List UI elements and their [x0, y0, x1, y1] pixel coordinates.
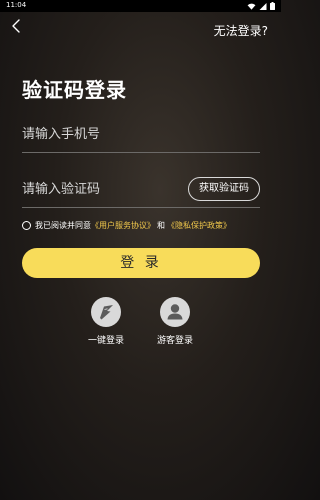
one-click-login-button[interactable]: 一键登录	[81, 297, 131, 346]
chevron-left-icon	[12, 19, 20, 33]
one-click-login-circle	[91, 297, 121, 327]
signal-icon	[259, 2, 267, 10]
agreement-conjunction: 和	[157, 220, 165, 230]
guest-login-circle	[160, 297, 190, 327]
agreement-prefix: 我已阅读并同意	[35, 220, 91, 230]
agreement-row: 我已阅读并同意 《用户服务协议》 和 《隐私保护政策》	[22, 218, 272, 232]
status-time: 11:04	[6, 1, 27, 9]
agreement-checkbox[interactable]	[22, 220, 31, 230]
user-icon	[167, 304, 183, 320]
phone-input[interactable]	[22, 116, 182, 152]
battery-icon	[270, 2, 275, 10]
privacy-policy-link[interactable]: 《隐私保护政策》	[167, 220, 231, 231]
page-title: 验证码登录	[22, 78, 127, 102]
phone-field	[22, 116, 260, 153]
get-code-button[interactable]: 获取验证码	[188, 177, 260, 201]
user-agreement-link[interactable]: 《用户服务协议》	[91, 220, 155, 231]
back-button[interactable]	[8, 18, 24, 34]
guest-login-label: 游客登录	[156, 336, 193, 346]
guest-login-button[interactable]: 游客登录	[150, 297, 200, 346]
login-button[interactable]: 登 录	[22, 248, 260, 278]
lightning-icon	[100, 305, 113, 320]
status-icons	[247, 2, 275, 10]
code-field: 获取验证码	[22, 171, 260, 208]
status-bar: 11:04	[0, 0, 281, 12]
wifi-icon	[247, 3, 256, 10]
one-click-login-label: 一键登录	[87, 336, 124, 346]
verification-code-input[interactable]	[22, 171, 182, 207]
cannot-login-link[interactable]: 无法登录?	[214, 22, 268, 39]
